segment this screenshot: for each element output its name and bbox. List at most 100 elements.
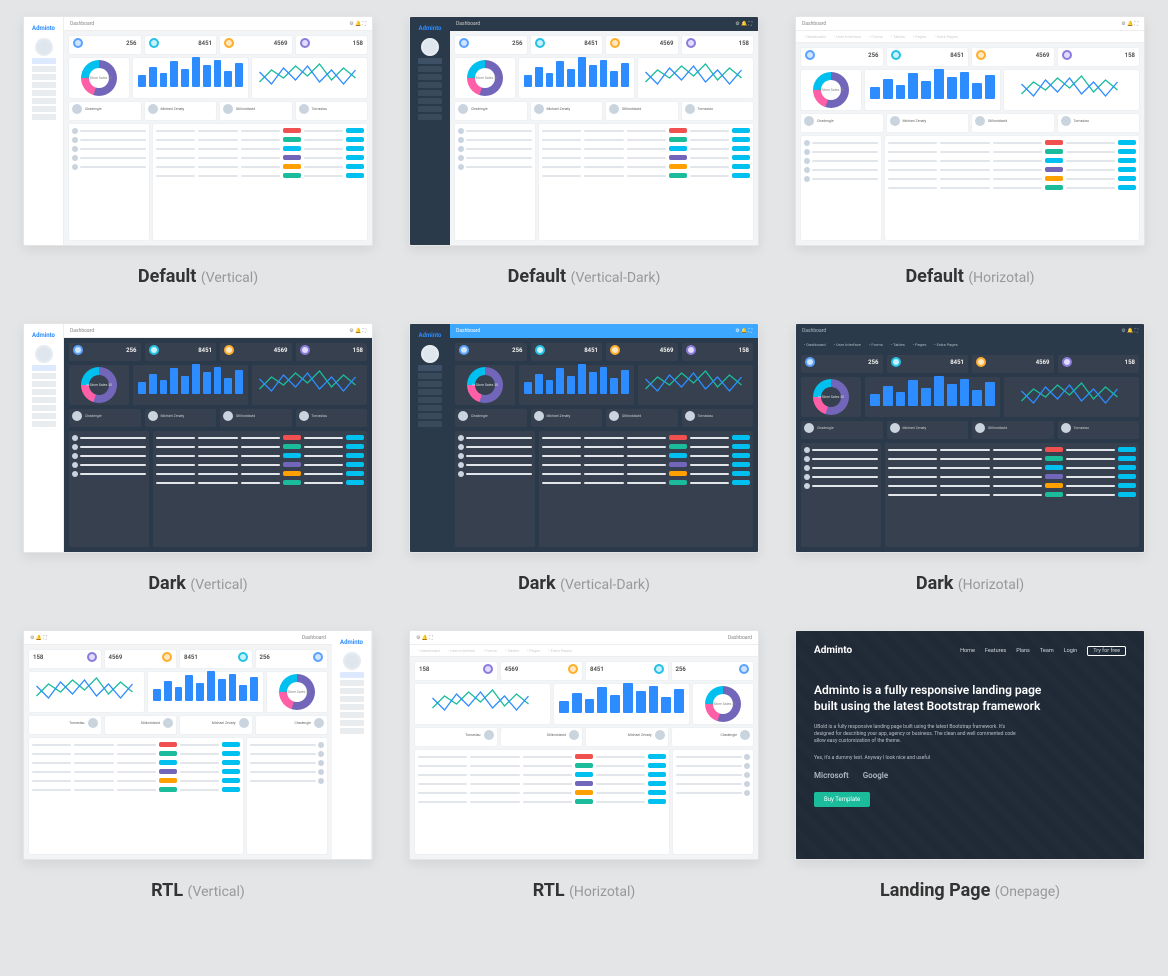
hnav-item[interactable]: • User Interface [834, 34, 861, 39]
nav-link[interactable]: Plans [1016, 648, 1030, 654]
nav-item[interactable] [32, 66, 56, 72]
user-name: Michael Zenaty [628, 733, 652, 737]
demo-card-dark-vertical-dark[interactable]: NEWAdmintoDashboard⚙ 🔔 ⛶25684514569158In… [409, 323, 759, 553]
nav-item[interactable] [340, 680, 364, 686]
table-row [888, 157, 1136, 164]
nav-item[interactable] [32, 82, 56, 88]
nav-item[interactable] [32, 413, 56, 419]
nav-item[interactable] [340, 688, 364, 694]
avatar [458, 128, 464, 134]
hnav-item[interactable]: • Pages [527, 648, 540, 653]
hnav-item[interactable]: • Dashboard [418, 648, 440, 653]
hnav-item[interactable]: • Tables [891, 34, 905, 39]
assign-badge [648, 781, 666, 786]
hnav-item[interactable]: • Extra Pages [934, 34, 957, 39]
nav-item[interactable] [32, 421, 56, 427]
demo-gallery: AdmintoDashboard⚙ 🔔 ⛶25684514569158In-St… [16, 16, 1152, 901]
nav-item[interactable] [32, 365, 56, 371]
hnav-item[interactable]: • Dashboard [804, 342, 826, 347]
assign-badge [222, 742, 240, 747]
hnav-item[interactable]: • Pages [913, 34, 926, 39]
nav-item[interactable] [340, 672, 364, 678]
nav-item[interactable] [32, 397, 56, 403]
nav-item[interactable] [32, 98, 56, 104]
demo-card-default-vertical[interactable]: AdmintoDashboard⚙ 🔔 ⛶25684514569158In-St… [23, 16, 373, 246]
nav-link[interactable]: Home [960, 648, 975, 654]
assign-badge [346, 480, 364, 485]
projects-table [153, 124, 367, 240]
nav-item[interactable] [418, 405, 442, 411]
nav-item[interactable] [32, 389, 56, 395]
nav-item[interactable] [418, 421, 442, 427]
demo-card-landing[interactable]: AdmintoHomeFeaturesPlansTeamLoginTry for… [795, 630, 1145, 860]
avatar [72, 164, 78, 170]
demo-card-dark-horizontal[interactable]: NEWAdmintoDashboard⚙ 🔔 ⛶• Dashboard• Use… [795, 323, 1145, 553]
user-card: Michael Zenaty [180, 716, 252, 734]
hnav-item[interactable]: • Tables [891, 342, 905, 347]
nav-item[interactable] [340, 728, 364, 734]
hnav-item[interactable]: • Pages [913, 342, 926, 347]
gallery-cell: AdmintoDashboard⚙ 🔔 ⛶25684514569158In-St… [23, 323, 373, 594]
nav-item[interactable] [32, 114, 56, 120]
nav-item[interactable] [32, 90, 56, 96]
nav-item[interactable] [418, 66, 442, 72]
nav-item[interactable] [340, 720, 364, 726]
inbox-panel [673, 750, 753, 854]
demo-card-dark-vertical[interactable]: AdmintoDashboard⚙ 🔔 ⛶25684514569158In-St… [23, 323, 373, 553]
nav-item[interactable] [32, 58, 56, 64]
hnav-item[interactable]: • User Interface [448, 648, 475, 653]
nav-item[interactable] [418, 373, 442, 379]
buy-template-button[interactable]: Buy Template [814, 792, 870, 807]
hnav-item[interactable]: • Extra Pages [934, 342, 957, 347]
nav-item[interactable] [418, 74, 442, 80]
demo-caption: Landing Page (Onepage) [880, 880, 1060, 901]
nav-item[interactable] [32, 74, 56, 80]
status-badge [159, 787, 177, 792]
assign-badge [1118, 158, 1136, 163]
hnav-item[interactable]: • User Interface [834, 342, 861, 347]
nav-item[interactable] [418, 381, 442, 387]
nav-item[interactable] [340, 696, 364, 702]
assign-badge [1118, 483, 1136, 488]
nav-item[interactable] [340, 704, 364, 710]
nav-item[interactable] [418, 365, 442, 371]
nav-item[interactable] [32, 106, 56, 112]
nav-link[interactable]: Login [1064, 648, 1078, 654]
status-badge [575, 754, 593, 759]
hnav-item[interactable]: • Dashboard [804, 34, 826, 39]
nav-link[interactable]: Features [985, 648, 1006, 654]
table-row [32, 786, 240, 793]
nav-item[interactable] [418, 58, 442, 64]
nav-item[interactable] [418, 389, 442, 395]
assign-badge [346, 462, 364, 467]
nav-item[interactable] [418, 82, 442, 88]
hnav-item[interactable]: • Forms [869, 342, 883, 347]
hnav-item[interactable]: • Forms [483, 648, 497, 653]
demo-card-rtl-vertical[interactable]: AdmintoDashboard⚙ 🔔 ⛶25684514569158In-St… [23, 630, 373, 860]
nav-item[interactable] [32, 381, 56, 387]
horizontal-nav: • Dashboard • User Interface • Forms • Tabl… [796, 31, 1144, 43]
caption-main: RTL [151, 880, 187, 901]
nav-item[interactable] [418, 413, 442, 419]
nav-item[interactable] [418, 397, 442, 403]
assign-badge [732, 128, 750, 133]
nav-item[interactable] [32, 373, 56, 379]
nav-item[interactable] [418, 90, 442, 96]
demo-card-default-horizontal[interactable]: AdmintoDashboard⚙ 🔔 ⛶• Dashboard• User I… [795, 16, 1145, 246]
nav-link[interactable]: Team [1040, 648, 1054, 654]
nav-item[interactable] [418, 114, 442, 120]
demo-card-default-vertical-dark[interactable]: AdmintoDashboard⚙ 🔔 ⛶25684514569158In-St… [409, 16, 759, 246]
nav-item[interactable] [418, 98, 442, 104]
stat-value: 8451 [590, 666, 604, 673]
hnav-item[interactable]: • Forms [869, 34, 883, 39]
hnav-item[interactable]: • Tables [505, 648, 519, 653]
demo-card-rtl-horizontal[interactable]: AdmintoDashboard⚙ 🔔 ⛶• Dashboard• User I… [409, 630, 759, 860]
nav-item[interactable] [340, 712, 364, 718]
hnav-item[interactable]: • Extra Pages [548, 648, 571, 653]
horizontal-nav: • Dashboard • User Interface • Forms • Tabl… [410, 645, 758, 657]
nav-item[interactable] [32, 405, 56, 411]
nav-item[interactable] [418, 106, 442, 112]
try-free-button[interactable]: Try for free [1087, 646, 1126, 656]
user-name: Chadengle [294, 721, 311, 725]
brand-logo: Adminto [32, 330, 55, 343]
